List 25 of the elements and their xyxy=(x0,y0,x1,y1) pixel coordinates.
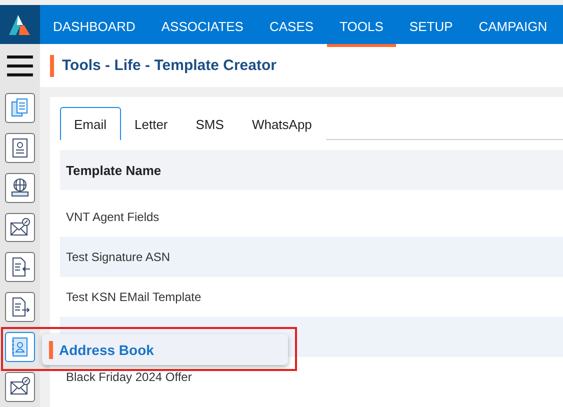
sidebar-button[interactable] xyxy=(5,132,35,163)
sidebar-button[interactable] xyxy=(5,92,35,123)
tooltip-text: Address Book xyxy=(49,340,154,358)
mail-icon xyxy=(9,216,31,238)
template-name[interactable]: VNT Agent Fields xyxy=(66,210,160,224)
nav-tab[interactable]: CAMPAIGN xyxy=(466,5,560,47)
template-name[interactable]: Test Signature ASN xyxy=(66,250,170,264)
sidebar-button[interactable] xyxy=(5,332,35,362)
sidebar-button[interactable] xyxy=(5,212,35,242)
menu-icon[interactable] xyxy=(5,54,35,78)
column-header: Template Name xyxy=(60,150,563,190)
sidebar-button[interactable] xyxy=(5,252,35,282)
logo[interactable] xyxy=(0,5,40,44)
nav-tab[interactable]: CASES xyxy=(256,5,327,47)
page-title: Tools - Life - Template Creator xyxy=(50,54,276,76)
nav-tab[interactable]: DASHBOARD xyxy=(40,5,148,47)
sidebar-button[interactable] xyxy=(5,372,35,402)
template-name[interactable]: Test KSN EMail Template xyxy=(66,290,202,304)
nav-tab[interactable]: ASSOCIATES xyxy=(148,5,256,47)
tab[interactable]: Email xyxy=(60,107,121,140)
sidebar-button[interactable] xyxy=(5,292,35,322)
nav-tab[interactable]: SETUP xyxy=(396,5,466,47)
sidebar-button[interactable] xyxy=(5,172,35,203)
globe-book-icon xyxy=(9,176,31,199)
template-name[interactable]: Black Friday 2024 Offer xyxy=(66,370,192,384)
